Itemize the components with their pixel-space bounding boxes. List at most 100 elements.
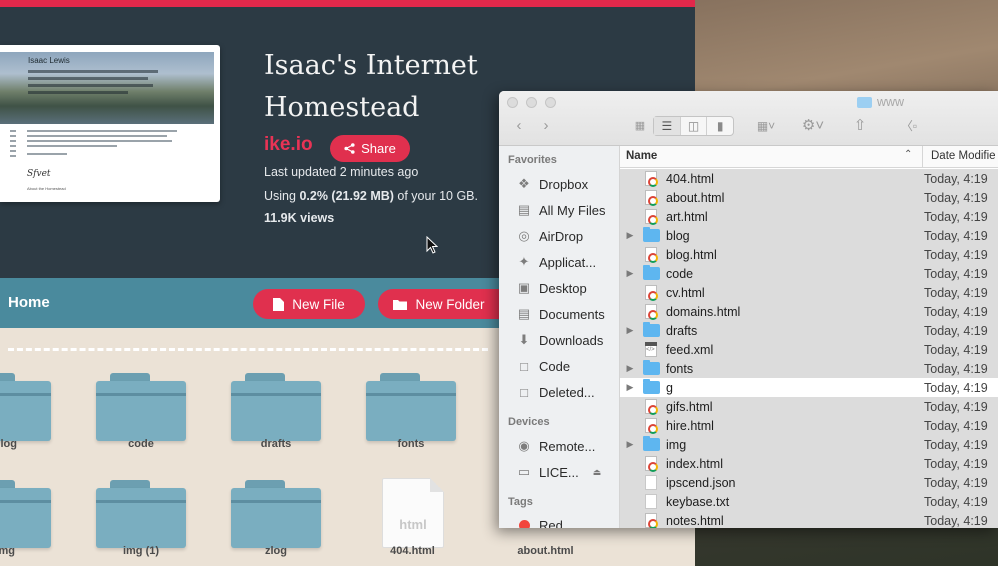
share-button[interactable]: Share (330, 135, 410, 162)
table-row[interactable]: ▶ g Today, 4:19 (620, 378, 998, 397)
tag-icon[interactable]: 〈▫ (899, 117, 919, 135)
sidebar-item-downloads[interactable]: ⬇ Downloads (515, 329, 620, 351)
html-file-icon: html (382, 478, 444, 548)
forward-button[interactable]: › (538, 117, 554, 135)
table-row[interactable]: art.html Today, 4:19 (620, 207, 998, 226)
preview-photo: Isaac Lewis (0, 52, 214, 124)
file-name: ipscend.json (666, 475, 736, 490)
disclosure-triangle-icon[interactable]: ▶ (620, 363, 640, 374)
devices-heading: Devices (508, 416, 550, 428)
date-modified: Today, 4:19 (924, 209, 988, 224)
sidebar-item-airdrop[interactable]: ◎ AirDrop (515, 225, 620, 247)
tags-heading: Tags (508, 496, 533, 508)
folder-tile-code[interactable]: code (96, 373, 191, 463)
table-row[interactable]: domains.html Today, 4:19 (620, 302, 998, 321)
folder-tile-img[interactable]: img (0, 480, 56, 566)
date-modified: Today, 4:19 (924, 437, 988, 452)
sidebar-item-all-my-files[interactable]: ▤ All My Files (515, 199, 620, 221)
icon-view-button[interactable]: ▦ (632, 117, 648, 135)
sort-ascending-icon: ⌃ (904, 149, 913, 160)
folder-tile-zlog[interactable]: zlog (231, 480, 326, 566)
list-view-button[interactable]: ☰ (654, 117, 681, 135)
table-row[interactable]: blog.html Today, 4:19 (620, 245, 998, 264)
share-label: Share (361, 141, 396, 156)
table-row[interactable]: ▶ img Today, 4:19 (620, 435, 998, 454)
close-window-button[interactable] (507, 97, 518, 108)
sidebar-item-deleted[interactable]: □ Deleted... (515, 381, 620, 403)
table-row[interactable]: notes.html Today, 4:19 (620, 511, 998, 528)
sidebar-item-dropbox[interactable]: ❖ Dropbox (515, 173, 620, 195)
disclosure-triangle-icon[interactable]: ▶ (620, 325, 640, 336)
back-button[interactable]: ‹ (511, 117, 527, 135)
html-file-icon (640, 399, 662, 415)
folder-icon: □ (520, 384, 528, 400)
folder-tile-blog[interactable]: blog (0, 373, 56, 463)
table-row[interactable]: keybase.txt Today, 4:19 (620, 492, 998, 511)
table-row[interactable]: feed.xml Today, 4:19 (620, 340, 998, 359)
file-name: 404.html (666, 171, 714, 186)
name-column-header[interactable]: Name (626, 150, 657, 162)
date-modified: Today, 4:19 (924, 190, 988, 205)
airdrop-icon: ◎ (518, 228, 530, 243)
sidebar-item-remote-disc[interactable]: ◉ Remote... (515, 435, 620, 457)
table-row[interactable]: ▶ blog Today, 4:19 (620, 226, 998, 245)
breadcrumb-home[interactable]: Home (8, 294, 50, 311)
disclosure-triangle-icon[interactable]: ▶ (620, 268, 640, 279)
folder-tile-fonts[interactable]: fonts (366, 373, 461, 463)
folder-tile-img-1[interactable]: img (1) (96, 480, 191, 566)
table-row[interactable]: gifs.html Today, 4:19 (620, 397, 998, 416)
sidebar-tag-red[interactable]: Red (515, 514, 620, 528)
downloads-icon: ⬇ (518, 332, 530, 347)
table-row[interactable]: ipscend.json Today, 4:19 (620, 473, 998, 492)
sidebar-item-documents[interactable]: ▤ Documents (515, 303, 620, 325)
sidebar-item-desktop[interactable]: ▣ Desktop (515, 277, 620, 299)
folder-icon (366, 381, 456, 441)
arrange-menu-button[interactable]: ▦˅ (751, 117, 781, 135)
html-file-icon (640, 285, 662, 301)
preview-name: Isaac Lewis (28, 56, 70, 65)
sidebar-item-applications[interactable]: ✦ Applicat... (515, 251, 620, 273)
zoom-window-button[interactable] (545, 97, 556, 108)
date-column-header[interactable]: Date Modifie (931, 150, 996, 162)
folder-icon (0, 381, 51, 441)
table-row[interactable]: ▶ code Today, 4:19 (620, 264, 998, 283)
action-gear-icon[interactable]: ⚙˅ (797, 117, 829, 135)
sidebar-item-code[interactable]: □ Code (515, 355, 620, 377)
date-modified: Today, 4:19 (924, 456, 988, 471)
disclosure-triangle-icon[interactable]: ▶ (620, 439, 640, 450)
date-modified: Today, 4:19 (924, 494, 988, 509)
cover-flow-button[interactable]: ▮ (707, 117, 733, 135)
share-icon[interactable]: ⇧ (852, 117, 868, 135)
table-row[interactable]: ▶ fonts Today, 4:19 (620, 359, 998, 378)
new-file-button[interactable]: New File (253, 289, 365, 319)
table-row[interactable]: hire.html Today, 4:19 (620, 416, 998, 435)
disclosure-triangle-icon[interactable]: ▶ (620, 230, 640, 241)
folder-icon (231, 381, 321, 441)
site-preview-thumbnail[interactable]: Isaac Lewis Sfvet About the Homestead (0, 45, 220, 202)
column-view-button[interactable]: ◫ (681, 117, 708, 135)
file-name: blog.html (666, 247, 717, 262)
site-title: Isaac's Internet Homestead (264, 50, 478, 123)
preview-footer: About the Homestead (27, 186, 66, 191)
table-row[interactable]: about.html Today, 4:19 (620, 188, 998, 207)
site-domain-link[interactable]: ike.io (264, 134, 313, 156)
disclosure-triangle-icon[interactable]: ▶ (620, 382, 640, 393)
table-row[interactable]: cv.html Today, 4:19 (620, 283, 998, 302)
table-row[interactable]: index.html Today, 4:19 (620, 454, 998, 473)
remote-disc-icon: ◉ (518, 438, 530, 453)
file-tile-404[interactable]: html 404.html (360, 478, 455, 566)
date-modified: Today, 4:19 (924, 361, 988, 376)
table-row[interactable]: ▶ drafts Today, 4:19 (620, 321, 998, 340)
minimize-window-button[interactable] (526, 97, 537, 108)
folder-tile-drafts[interactable]: drafts (231, 373, 326, 463)
table-row[interactable]: 404.html Today, 4:19 (620, 169, 998, 188)
file-name: domains.html (666, 304, 741, 319)
top-accent-bar (0, 0, 695, 7)
eject-icon[interactable]: ⏏ (593, 467, 602, 478)
folder-icon (857, 96, 872, 108)
new-folder-button[interactable]: New Folder (378, 289, 500, 319)
sidebar-item-license-drive[interactable]: ▭ LICE... ⏏ (515, 461, 620, 483)
file-name: drafts (666, 323, 698, 338)
html-file-icon (640, 513, 662, 528)
finder-titlebar[interactable]: www ‹ › ▦ ☰ ◫ ▮ ▦˅ ⚙˅ ⇧ 〈▫ (499, 91, 998, 146)
